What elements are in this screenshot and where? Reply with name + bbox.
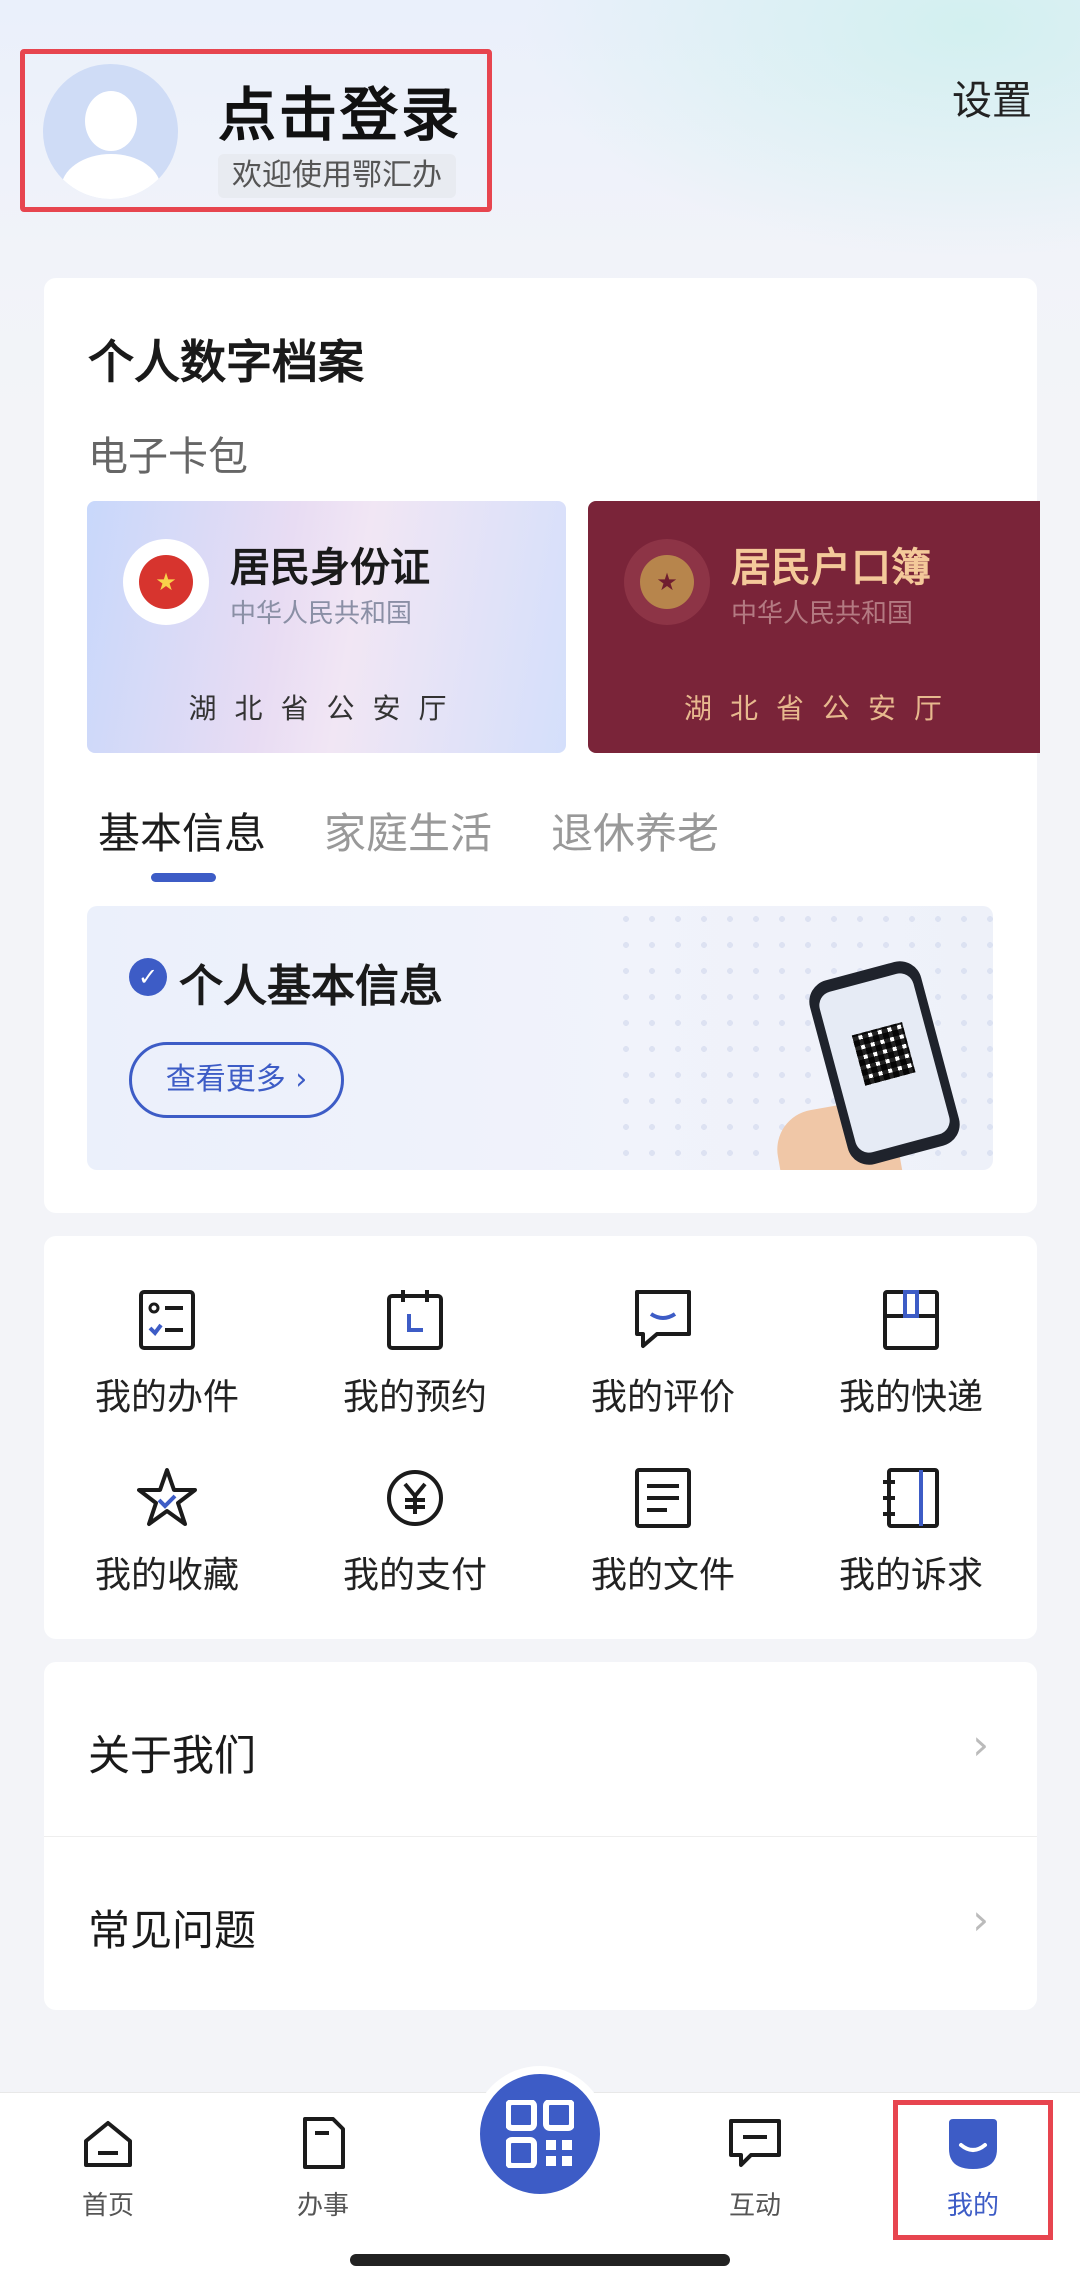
service-my-reviews[interactable]: 我的评价 — [558, 1288, 768, 1438]
checklist-icon — [139, 1290, 195, 1350]
avatar[interactable] — [43, 64, 178, 199]
tab-label: 首页 — [81, 2191, 134, 2221]
settings-button[interactable]: 设置 — [952, 68, 1032, 126]
card-country: 中华人民共和国 — [731, 599, 914, 629]
card-country: 中华人民共和国 — [230, 599, 413, 629]
package-icon — [883, 1290, 939, 1350]
file-icon — [303, 2117, 345, 2169]
notebook-icon — [883, 1468, 939, 1528]
tab-mine-highlight-box — [893, 2100, 1053, 2240]
service-my-appointments[interactable]: 我的预约 — [310, 1288, 520, 1438]
basic-info-banner[interactable]: ✓ 个人基本信息 查看更多 › — [87, 906, 993, 1170]
service-label: 我的评价 — [590, 1377, 735, 1418]
tab-retirement[interactable]: 退休养老 — [551, 800, 719, 861]
list-item-label: 关于我们 — [88, 1731, 257, 1780]
national-emblem-icon: ★ — [624, 539, 710, 625]
service-label: 我的预约 — [342, 1377, 487, 1418]
tab-label: 办事 — [296, 2191, 349, 2221]
list-item-about-us[interactable]: 关于我们 › — [44, 1662, 1037, 1836]
tab-indicator — [151, 873, 216, 882]
qr-code-icon — [851, 1022, 916, 1086]
service-my-requests[interactable]: 我的诉求 — [806, 1466, 1016, 1616]
welcome-badge: 欢迎使用鄂汇办 — [218, 154, 456, 198]
card-name: 居民户口簿 — [731, 545, 931, 591]
household-register-card[interactable]: ★ 居民户口簿 中华人民共和国 湖北省公安厅 — [588, 501, 1040, 753]
service-label: 我的收藏 — [94, 1555, 239, 1596]
wallet-title: 电子卡包 — [88, 434, 248, 480]
list-item-faq[interactable]: 常见问题 › — [44, 1836, 1037, 2010]
section-title: 个人数字档案 — [88, 335, 364, 389]
document-icon — [635, 1468, 691, 1528]
view-more-button[interactable]: 查看更多 › — [129, 1042, 344, 1118]
comment-icon — [635, 1290, 691, 1348]
qr-scan-icon — [506, 2100, 574, 2168]
avatar-body-shape — [61, 154, 161, 199]
list-item-label: 常见问题 — [88, 1906, 257, 1955]
resident-id-card[interactable]: ★ 居民身份证 中华人民共和国 湖北省公安厅 — [87, 501, 566, 753]
card-name: 居民身份证 — [230, 545, 430, 591]
tab-basic-info[interactable]: 基本信息 — [98, 800, 266, 861]
chevron-right-icon: › — [972, 1720, 989, 1769]
service-my-favorites[interactable]: 我的收藏 — [62, 1466, 272, 1616]
tab-label: 互动 — [728, 2191, 781, 2221]
home-indicator[interactable] — [350, 2254, 730, 2266]
service-label: 我的文件 — [590, 1555, 735, 1596]
yuan-icon — [387, 1470, 443, 1526]
home-icon — [84, 2121, 132, 2167]
star-icon — [137, 1468, 197, 1526]
info-list-card: 关于我们 › 常见问题 › — [44, 1662, 1037, 2010]
message-icon — [729, 2119, 781, 2167]
avatar-head-shape — [85, 91, 137, 151]
card-issuer: 湖北省公安厅 — [188, 692, 465, 725]
service-label: 我的办件 — [94, 1377, 239, 1418]
banner-title: 个人基本信息 — [179, 961, 443, 1012]
login-button[interactable]: 点击登录 — [218, 68, 462, 152]
check-icon: ✓ — [129, 958, 167, 996]
qr-scan-button[interactable] — [472, 2066, 608, 2202]
service-label: 我的诉求 — [838, 1555, 983, 1596]
tab-family-life[interactable]: 家庭生活 — [324, 800, 492, 861]
service-my-files[interactable]: 我的文件 — [558, 1466, 768, 1616]
chevron-right-icon: › — [972, 1895, 989, 1944]
calendar-icon — [387, 1290, 443, 1350]
service-my-cases[interactable]: 我的办件 — [62, 1288, 272, 1438]
service-my-express[interactable]: 我的快递 — [806, 1288, 1016, 1438]
service-label: 我的快递 — [838, 1377, 983, 1418]
card-issuer: 湖北省公安厅 — [684, 692, 961, 725]
service-my-payments[interactable]: 我的支付 — [310, 1466, 520, 1616]
national-emblem-icon: ★ — [123, 539, 209, 625]
service-label: 我的支付 — [342, 1555, 487, 1596]
